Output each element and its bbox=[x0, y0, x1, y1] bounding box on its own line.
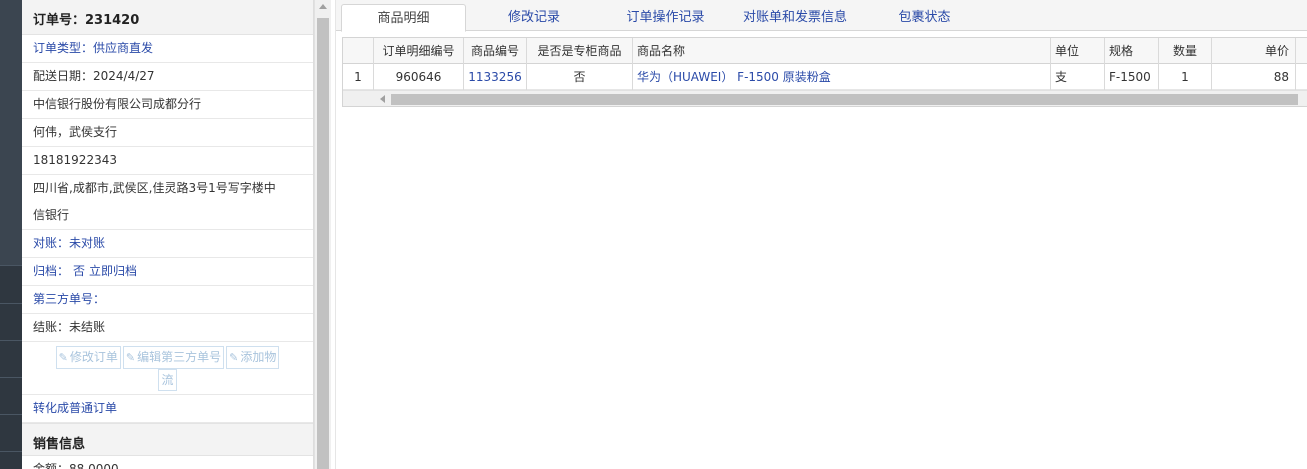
edit-icon: ✎ bbox=[229, 351, 239, 364]
order-number-header: 订单号：231420 bbox=[22, 0, 313, 35]
tab-statement-invoice[interactable]: 对账单和发票信息 bbox=[734, 4, 856, 31]
column-header-index bbox=[343, 38, 374, 64]
edit-icon: ✎ bbox=[58, 351, 68, 364]
column-header-product-no[interactable]: 商品编号 bbox=[464, 38, 527, 64]
contact-phone: 18181922343 bbox=[22, 147, 313, 175]
add-logistics-button-wrap[interactable]: 流 bbox=[158, 369, 177, 391]
delivery-address: 四川省,成都市,武侯区,佳灵路3号1号写字楼中 信银行 bbox=[22, 175, 313, 230]
app-sidebar-edge bbox=[0, 0, 22, 469]
table-header: 订单明细编号 商品编号 是否是专柜商品 商品名称 单位 规格 数量 单价 bbox=[343, 38, 1307, 64]
tab-product-details[interactable]: 商品明细 bbox=[341, 4, 466, 32]
column-header-product-name[interactable]: 商品名称 bbox=[633, 38, 1051, 64]
scroll-left-icon[interactable] bbox=[380, 95, 385, 103]
table-horizontal-scrollbar[interactable] bbox=[343, 90, 1307, 106]
spec-cell: F-1500 bbox=[1105, 64, 1159, 90]
amount: 金额：88.0000 bbox=[22, 456, 313, 469]
order-type-row: 订单类型：供应商直发 bbox=[22, 35, 313, 63]
left-panel-scrollbar[interactable] bbox=[314, 0, 331, 469]
tab-change-log[interactable]: 修改记录 bbox=[473, 4, 595, 31]
quantity-cell: 1 bbox=[1159, 64, 1212, 90]
reconcile-status[interactable]: 对账：未对账 bbox=[22, 230, 313, 258]
column-header-quantity[interactable]: 数量 bbox=[1159, 38, 1212, 64]
settlement-status: 结账：未结账 bbox=[22, 314, 313, 342]
column-header-unit-price[interactable]: 单价 bbox=[1212, 38, 1296, 64]
edit-icon: ✎ bbox=[125, 351, 136, 364]
order-type-label: 订单类型： bbox=[33, 41, 94, 55]
edit-order-button[interactable]: ✎ 修改订单 bbox=[55, 346, 121, 369]
product-no-link[interactable]: 1133256 bbox=[464, 64, 527, 90]
archive-label: 归档： bbox=[33, 264, 70, 278]
order-detail-page: 订单号：231420 订单类型：供应商直发 配送日期：2024/4/27 中信银… bbox=[0, 0, 1307, 469]
column-header-counter-product[interactable]: 是否是专柜商品 bbox=[527, 38, 633, 64]
address-line-1: 四川省,成都市,武侯区,佳灵路3号1号写字楼中 bbox=[33, 181, 276, 195]
archive-now-link[interactable]: 立即归档 bbox=[89, 264, 137, 278]
tab-package-status[interactable]: 包裹状态 bbox=[862, 4, 987, 31]
company-name: 中信银行股份有限公司成都分行 bbox=[22, 91, 313, 119]
detail-area: 商品明细 修改记录 订单操作记录 对账单和发票信息 包裹状态 订单明细编号 商品… bbox=[336, 0, 1307, 469]
table-row[interactable]: 1 960646 1133256 否 华为（HUAWEI） F-1500 原装粉… bbox=[343, 64, 1307, 90]
unit-cell: 支 bbox=[1051, 64, 1105, 90]
contact-name: 何伟，武侯支行 bbox=[22, 119, 313, 147]
archive-row: 归档：否立即归档 bbox=[22, 258, 313, 286]
detail-no-cell: 960646 bbox=[374, 64, 464, 90]
product-details-table: 订单明细编号 商品编号 是否是专柜商品 商品名称 单位 规格 数量 单价 1 9… bbox=[342, 37, 1307, 107]
edit-third-party-button[interactable]: ✎ 编辑第三方单号 bbox=[122, 346, 225, 369]
row-index: 1 bbox=[343, 64, 374, 90]
convert-to-normal-order-link[interactable]: 转化成普通订单 bbox=[22, 395, 313, 423]
sales-info-header: 销售信息 bbox=[22, 423, 313, 456]
third-party-number[interactable]: 第三方单号： bbox=[22, 286, 313, 314]
scrollbar-thumb[interactable] bbox=[317, 18, 329, 469]
detail-tabs: 商品明细 修改记录 订单操作记录 对账单和发票信息 包裹状态 bbox=[336, 0, 1307, 32]
archive-value: 否 bbox=[73, 264, 86, 278]
unit-price-cell: 88 bbox=[1212, 64, 1296, 90]
add-logistics-button[interactable]: ✎ 添加物 bbox=[226, 346, 280, 369]
tab-order-operation-log[interactable]: 订单操作记录 bbox=[603, 4, 728, 31]
column-header-detail-no[interactable]: 订单明细编号 bbox=[374, 38, 464, 64]
order-action-buttons: ✎ 修改订单 ✎ 编辑第三方单号 ✎ 添加物 流 bbox=[22, 342, 313, 395]
product-name-link[interactable]: 华为（HUAWEI） F-1500 原装粉盒 bbox=[633, 64, 1051, 90]
scrollbar-thumb[interactable] bbox=[391, 94, 1298, 105]
order-type-value[interactable]: 供应商直发 bbox=[93, 41, 153, 55]
column-header-unit[interactable]: 单位 bbox=[1051, 38, 1105, 64]
delivery-date: 配送日期：2024/4/27 bbox=[22, 63, 313, 91]
address-line-2: 信银行 bbox=[33, 208, 70, 222]
order-info-panel: 订单号：231420 订单类型：供应商直发 配送日期：2024/4/27 中信银… bbox=[22, 0, 314, 469]
column-header-spec[interactable]: 规格 bbox=[1105, 38, 1159, 64]
scroll-up-icon[interactable] bbox=[319, 4, 327, 9]
counter-product-cell: 否 bbox=[527, 64, 633, 90]
